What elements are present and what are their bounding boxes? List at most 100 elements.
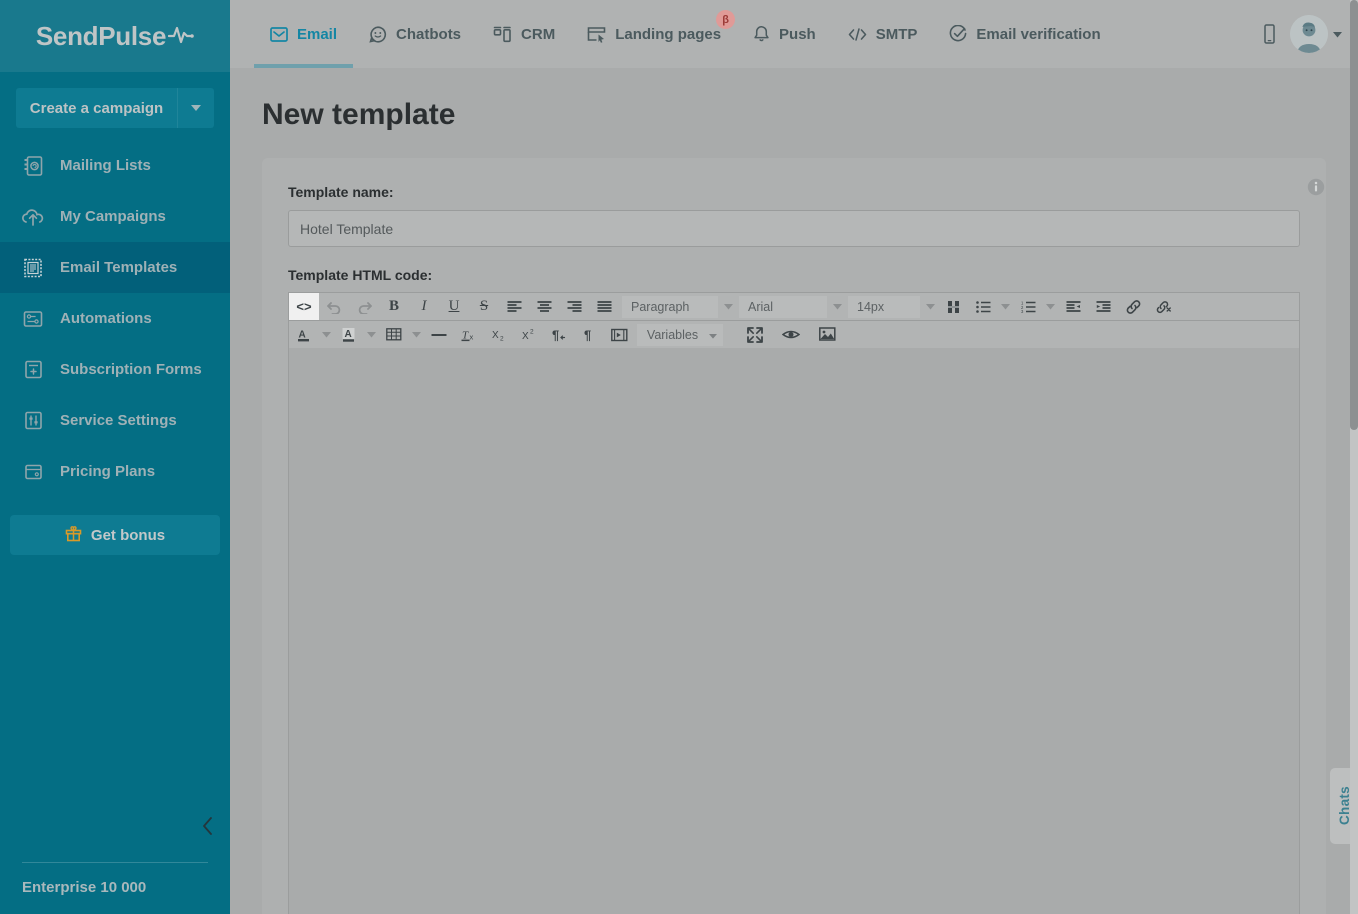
- template-card: Template name: Template HTML code: <> B: [262, 158, 1326, 914]
- sidebar-item-service-settings[interactable]: Service Settings: [0, 395, 230, 446]
- paragraph-format-select[interactable]: Paragraph: [622, 296, 718, 318]
- outdent-button[interactable]: [1058, 293, 1088, 321]
- clear-formatting-button[interactable]: Tx: [454, 321, 484, 349]
- sidebar-item-label: Subscription Forms: [60, 361, 202, 378]
- chevron-down-icon[interactable]: [364, 332, 379, 338]
- sidebar-nav: Mailing Lists My Campaigns: [0, 140, 230, 497]
- chevron-down-icon[interactable]: [830, 304, 845, 310]
- top-tabs: Email Chatbots: [254, 0, 1117, 68]
- sidebar-logo[interactable]: SendPulse: [0, 0, 230, 72]
- svg-text:2: 2: [530, 329, 534, 336]
- insert-link-button[interactable]: [1118, 293, 1148, 321]
- remove-link-button[interactable]: [1148, 293, 1178, 321]
- underline-button[interactable]: U: [439, 293, 469, 321]
- sidebar-item-subscription-forms[interactable]: Subscription Forms: [0, 344, 230, 395]
- bold-button[interactable]: B: [379, 293, 409, 321]
- caret-down-icon[interactable]: [178, 105, 214, 112]
- html-code-textarea[interactable]: [289, 348, 1299, 914]
- tab-crm[interactable]: CRM: [477, 0, 571, 68]
- sidebar-item-automations[interactable]: Automations: [0, 293, 230, 344]
- page-scrollbar[interactable]: [1350, 0, 1358, 914]
- insert-table-button[interactable]: [379, 321, 409, 349]
- insert-image-button[interactable]: [812, 321, 842, 349]
- fullscreen-button[interactable]: [740, 321, 770, 349]
- info-circle-icon[interactable]: [1307, 178, 1325, 196]
- chevron-down-icon[interactable]: [998, 304, 1013, 310]
- bullet-list-button[interactable]: [968, 293, 998, 321]
- landing-page-icon: [587, 26, 606, 43]
- indent-button[interactable]: [1088, 293, 1118, 321]
- sliders-icon: [22, 410, 44, 432]
- tab-chatbots[interactable]: Chatbots: [353, 0, 477, 68]
- font-size-value: 14px: [857, 300, 914, 314]
- get-bonus-label: Get bonus: [91, 527, 165, 544]
- logo-text: SendPulse: [36, 21, 166, 52]
- user-menu[interactable]: [1290, 15, 1342, 53]
- create-campaign-button[interactable]: Create a campaign: [16, 88, 214, 128]
- subscript-button[interactable]: X2: [484, 321, 514, 349]
- strikethrough-button[interactable]: S: [469, 293, 499, 321]
- chevron-down-icon[interactable]: [409, 332, 424, 338]
- logo-text-wrap: SendPulse: [36, 21, 194, 52]
- sidebar-item-pricing-plans[interactable]: Pricing Plans: [0, 446, 230, 497]
- code-brackets-icon: [848, 27, 867, 42]
- numbered-list-button[interactable]: 123: [1013, 293, 1043, 321]
- svg-text:¶: ¶: [552, 328, 559, 343]
- svg-text:x: x: [469, 333, 473, 342]
- highlight-color-button[interactable]: A: [334, 321, 364, 349]
- align-right-button[interactable]: [559, 293, 589, 321]
- text-color-button[interactable]: A: [289, 321, 319, 349]
- chevron-down-icon: [709, 328, 717, 342]
- font-family-value: Arial: [748, 300, 821, 314]
- tab-smtp[interactable]: SMTP: [832, 0, 934, 68]
- paragraph-format-value: Paragraph: [631, 300, 712, 314]
- tab-landing-pages[interactable]: Landing pages β: [571, 0, 737, 68]
- chevron-down-icon[interactable]: [721, 304, 736, 310]
- variables-select[interactable]: Variables: [637, 324, 723, 346]
- font-size-select[interactable]: 14px: [848, 296, 920, 318]
- tab-email-verification[interactable]: Email verification: [933, 0, 1116, 68]
- ltr-direction-button[interactable]: ¶: [574, 321, 604, 349]
- align-center-button[interactable]: [529, 293, 559, 321]
- horizontal-rule-button[interactable]: [424, 321, 454, 349]
- chevron-down-icon[interactable]: [923, 304, 938, 310]
- align-left-button[interactable]: [499, 293, 529, 321]
- beta-badge: β: [716, 10, 735, 29]
- svg-text:X: X: [522, 331, 529, 342]
- chevron-left-icon: [202, 817, 214, 840]
- sidebar-item-mailing-lists[interactable]: Mailing Lists: [0, 140, 230, 191]
- chevron-down-icon[interactable]: [1043, 304, 1058, 310]
- source-code-button[interactable]: <>: [289, 293, 319, 321]
- preview-button[interactable]: [776, 321, 806, 349]
- sidebar-item-label: Automations: [60, 310, 152, 327]
- chat-smiley-icon: [369, 26, 387, 43]
- html-editor: <> B I U S: [288, 292, 1300, 914]
- font-family-select[interactable]: Arial: [739, 296, 827, 318]
- caret-down-icon[interactable]: [1333, 25, 1342, 43]
- align-justify-button[interactable]: [589, 293, 619, 321]
- sidebar-item-my-campaigns[interactable]: My Campaigns: [0, 191, 230, 242]
- undo-button[interactable]: [319, 293, 349, 321]
- get-bonus-button[interactable]: Get bonus: [10, 515, 220, 555]
- mobile-phone-icon[interactable]: [1263, 24, 1276, 44]
- find-replace-button[interactable]: [938, 293, 968, 321]
- tab-push[interactable]: Push: [737, 0, 832, 68]
- svg-text:A: A: [345, 329, 352, 340]
- tab-email[interactable]: Email: [254, 0, 353, 68]
- template-name-input[interactable]: [288, 210, 1300, 247]
- form-plus-icon: [22, 359, 44, 381]
- crm-columns-icon: [493, 26, 512, 43]
- redo-button[interactable]: [349, 293, 379, 321]
- top-navigation-bar: Email Chatbots: [230, 0, 1358, 68]
- scrollbar-thumb[interactable]: [1350, 0, 1358, 430]
- rtl-direction-button[interactable]: ¶: [544, 321, 574, 349]
- create-campaign-label: Create a campaign: [16, 100, 177, 117]
- sidebar-item-email-templates[interactable]: Email Templates: [0, 242, 230, 293]
- insert-video-button[interactable]: [604, 321, 634, 349]
- italic-button[interactable]: I: [409, 293, 439, 321]
- chevron-down-icon[interactable]: [319, 332, 334, 338]
- plan-label: Enterprise 10 000: [0, 863, 230, 914]
- sidebar-item-label: Pricing Plans: [60, 463, 155, 480]
- superscript-button[interactable]: X2: [514, 321, 544, 349]
- sidebar-collapse-button[interactable]: [194, 814, 222, 842]
